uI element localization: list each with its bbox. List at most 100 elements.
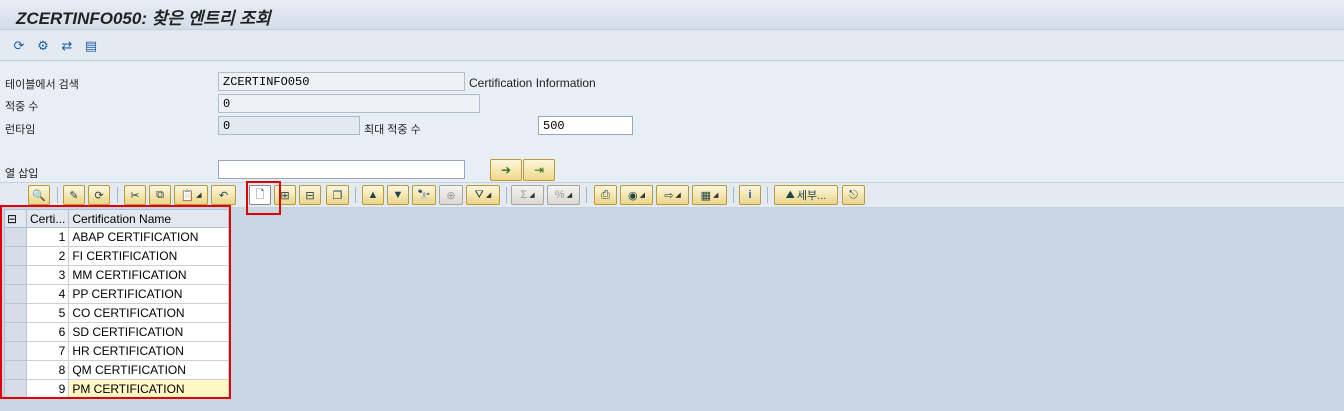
insert-row-button[interactable]: ⊞ [274, 185, 296, 205]
insert-column-field[interactable] [218, 160, 465, 179]
cell-id[interactable]: 3 [25, 265, 70, 285]
refresh-icon: ⟳ [94, 189, 104, 202]
cell-name[interactable]: HR CERTIFICATION [68, 341, 230, 361]
row-selector[interactable] [4, 246, 27, 266]
scissors-icon: ✂ [130, 189, 140, 202]
information-button[interactable]: i [739, 185, 761, 205]
print-button[interactable]: ⎙ [594, 185, 617, 205]
view-icon: ◉ [628, 189, 638, 202]
table-row[interactable]: 7 HR CERTIFICATION [4, 341, 230, 361]
paste-button[interactable]: 📋 ◢ [174, 185, 208, 205]
runtime-field[interactable]: 0 [218, 116, 360, 135]
find-button[interactable]: 🔭 [412, 185, 436, 205]
subtotal-button[interactable]: % ◢ [547, 185, 580, 205]
exit-button[interactable]: ⎋ [842, 185, 865, 205]
cell-name[interactable]: MM CERTIFICATION [68, 265, 230, 285]
column-header-id[interactable]: Certi... [25, 209, 70, 228]
toolbar-separator [117, 187, 118, 203]
total-button[interactable]: Σ ◢ [511, 185, 544, 205]
table-row[interactable]: 8 QM CERTIFICATION [4, 360, 230, 380]
cell-id[interactable]: 1 [25, 227, 70, 247]
row-selector[interactable] [4, 227, 27, 247]
table-row[interactable]: 3 MM CERTIFICATION [4, 265, 230, 285]
details-button[interactable]: ⛰ 세부... [774, 185, 838, 205]
cell-name[interactable]: SD CERTIFICATION [68, 322, 230, 342]
cell-name[interactable]: PM CERTIFICATION [68, 379, 230, 399]
new-entry-button[interactable]: 🗋 [249, 185, 271, 205]
refresh-icon[interactable]: ⟳ [10, 37, 28, 55]
check-table-icon[interactable]: ⇄ [58, 37, 76, 55]
pencil-icon: ✎ [69, 189, 79, 202]
refresh-grid-button[interactable]: ⟳ [88, 185, 110, 205]
row-selector[interactable] [4, 284, 27, 304]
hits-label: 적중 수 [5, 101, 39, 113]
cell-name[interactable]: QM CERTIFICATION [68, 360, 230, 380]
cell-name[interactable]: ABAP CERTIFICATION [68, 227, 230, 247]
select-all-header[interactable]: ⊟ [4, 209, 27, 228]
table-row[interactable]: 4 PP CERTIFICATION [4, 284, 230, 304]
column-header-name[interactable]: Certification Name [68, 209, 230, 228]
cell-id[interactable]: 2 [25, 246, 70, 266]
add-row-icon: ⊞ [280, 189, 290, 202]
cell-name[interactable]: CO CERTIFICATION [68, 303, 230, 323]
row-selector[interactable] [4, 303, 27, 323]
arrow-right-icon: ➔ [500, 163, 512, 177]
cell-id[interactable]: 9 [25, 379, 70, 399]
dropdown-arrow-icon: ◢ [485, 192, 492, 199]
find-next-button[interactable]: ⊕ [439, 185, 463, 205]
cell-name[interactable]: PP CERTIFICATION [68, 284, 230, 304]
sigma-icon: Σ [520, 189, 528, 201]
views-button[interactable]: ◉ ◢ [620, 185, 653, 205]
row-selector[interactable] [4, 341, 27, 361]
row-selector[interactable] [4, 265, 27, 285]
cell-id[interactable]: 7 [25, 341, 70, 361]
settings-icon[interactable]: ⚙ [34, 37, 52, 55]
change-button[interactable]: ✎ [63, 185, 85, 205]
cut-button[interactable]: ✂ [124, 185, 146, 205]
table-row[interactable]: 9 PM CERTIFICATION [4, 379, 230, 399]
cell-name[interactable]: FI CERTIFICATION [68, 246, 230, 266]
table-row[interactable]: 5 CO CERTIFICATION [4, 303, 230, 323]
blank-page-icon: 🗋 [255, 188, 265, 201]
sort-descending-icon: ▼ [392, 189, 404, 201]
undo-icon: ↶ [218, 189, 229, 202]
magnifier-icon: 🔍 [32, 189, 46, 202]
dropdown-arrow-icon: ◢ [675, 192, 681, 199]
find-next-icon: ⊕ [446, 189, 456, 202]
cell-id[interactable]: 4 [25, 284, 70, 304]
arrow-right-end-icon: ⇥ [533, 163, 545, 177]
delete-row-icon: ⊟ [305, 189, 315, 202]
table-row[interactable]: 6 SD CERTIFICATION [4, 322, 230, 342]
undo-button[interactable]: ↶ [211, 185, 236, 205]
hits-field[interactable]: 0 [218, 94, 480, 113]
table-name-field[interactable]: ZCERTINFO050 [218, 72, 465, 91]
table-row[interactable]: 1 ABAP CERTIFICATION [4, 227, 230, 247]
toolbar-separator [57, 187, 58, 203]
paste-icon: 📋 [180, 189, 195, 202]
window-title: ZCERTINFO050: 찾은 엔트리 조회 [16, 9, 271, 28]
row-selector[interactable] [4, 379, 27, 399]
table-row[interactable]: 2 FI CERTIFICATION [4, 246, 230, 266]
export-button[interactable]: ⇨ ◢ [656, 185, 689, 205]
row-selector[interactable] [4, 322, 27, 342]
toolbar-separator [733, 187, 734, 203]
sort-descending-button[interactable]: ▼ [387, 185, 409, 205]
copy-row-button[interactable]: ❐ [326, 185, 349, 205]
row-selector[interactable] [4, 360, 27, 380]
filter-button[interactable]: ⛛ ◢ [466, 185, 500, 205]
selection-area [0, 62, 1344, 182]
list-icon[interactable]: ▤ [82, 37, 100, 55]
detail-view-button[interactable]: 🔍 [28, 185, 50, 205]
layout-button[interactable]: ▦ ◢ [692, 185, 727, 205]
cell-id[interactable]: 5 [25, 303, 70, 323]
copy-button[interactable]: ⧉ [149, 185, 171, 205]
duplicate-icon: ❐ [332, 189, 343, 202]
cell-id[interactable]: 6 [25, 322, 70, 342]
sort-ascending-button[interactable]: ▲ [362, 185, 384, 205]
cell-id[interactable]: 8 [25, 360, 70, 380]
max-hits-field[interactable]: 500 [538, 116, 633, 135]
insert-column-button[interactable]: ➔ [490, 159, 522, 181]
insert-column-end-button[interactable]: ⇥ [523, 159, 555, 181]
delete-row-button[interactable]: ⊟ [299, 185, 321, 205]
max-hits-label: 최대 적중 수 [364, 124, 421, 136]
